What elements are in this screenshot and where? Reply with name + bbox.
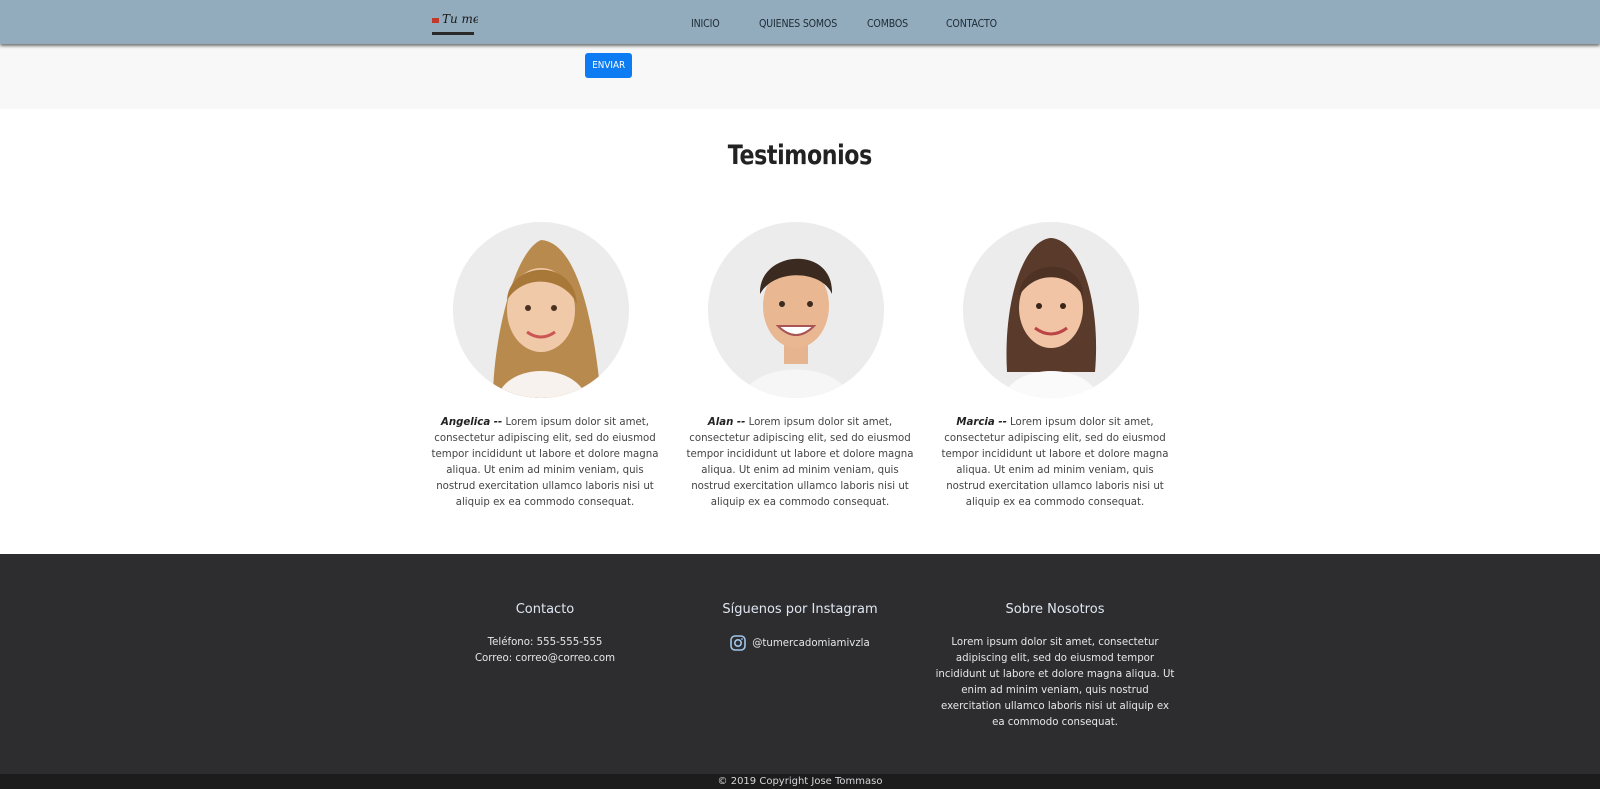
- footer: Contacto Teléfono: 555-555-555 Correo: c…: [0, 554, 1600, 774]
- copyright-text: © 2019 Copyright Jose Tommaso: [717, 776, 883, 787]
- testimonial-quote: Angelica -- Lorem ipsum dolor sit amet, …: [427, 415, 663, 511]
- send-button[interactable]: ENVIAR: [585, 53, 632, 78]
- nav-contacto[interactable]: CONTACTO: [946, 17, 997, 30]
- footer-contact: Contacto Teléfono: 555-555-555 Correo: c…: [425, 602, 665, 667]
- instagram-link[interactable]: @tumercadomiamivzla: [680, 635, 920, 651]
- testimonial-text: Lorem ipsum dolor sit amet, consectetur …: [941, 417, 1169, 508]
- footer-about: Sobre Nosotros Lorem ipsum dolor sit ame…: [935, 602, 1175, 731]
- testimonial-author: Angelica --: [440, 417, 503, 428]
- avatar-marcia: [963, 222, 1139, 398]
- avatar-alan: [708, 222, 884, 398]
- testimonial-author: Marcia --: [956, 417, 1007, 428]
- footer-about-title: Sobre Nosotros: [1005, 602, 1105, 617]
- testimonials-title: Testimonios: [0, 140, 1600, 171]
- copyright-bar: © 2019 Copyright Jose Tommaso: [0, 774, 1600, 789]
- testimonial-text: Lorem ipsum dolor sit amet, consectetur …: [431, 417, 659, 508]
- testimonial-quote: Marcia -- Lorem ipsum dolor sit amet, co…: [937, 415, 1173, 511]
- footer-phone: Teléfono: 555-555-555: [487, 637, 603, 648]
- nav-quienes-somos[interactable]: QUIENES SOMOS: [759, 17, 837, 30]
- send-button-label: ENVIAR: [592, 60, 625, 71]
- navbar: Tu mercado INICIO QUIENES SOMOS COMBOS C…: [0, 0, 1600, 44]
- footer-email[interactable]: Correo: correo@correo.com: [425, 651, 665, 667]
- nav-inicio[interactable]: INICIO: [691, 17, 720, 30]
- footer-contact-title: Contacto: [515, 602, 575, 617]
- nav-combos[interactable]: COMBOS: [867, 17, 908, 30]
- testimonial-author: Alan --: [707, 417, 746, 428]
- instagram-handle: @tumercadomiamivzla: [752, 637, 870, 649]
- footer-instagram-title: Síguenos por Instagram: [722, 602, 878, 617]
- footer-about-text: Lorem ipsum dolor sit amet, consectetur …: [935, 637, 1175, 728]
- avatar-angelica: [453, 222, 629, 398]
- nav-menu: INICIO QUIENES SOMOS COMBOS CONTACTO: [0, 0, 1600, 44]
- footer-instagram: Síguenos por Instagram @tumercadomiamivz…: [680, 602, 920, 651]
- contact-form-area: ENVIAR: [0, 44, 1600, 109]
- testimonials-title-text: Testimonios: [727, 140, 873, 171]
- testimonial-text: Lorem ipsum dolor sit amet, consectetur …: [686, 417, 914, 508]
- testimonial-quote: Alan -- Lorem ipsum dolor sit amet, cons…: [682, 415, 918, 511]
- instagram-icon: [730, 635, 747, 651]
